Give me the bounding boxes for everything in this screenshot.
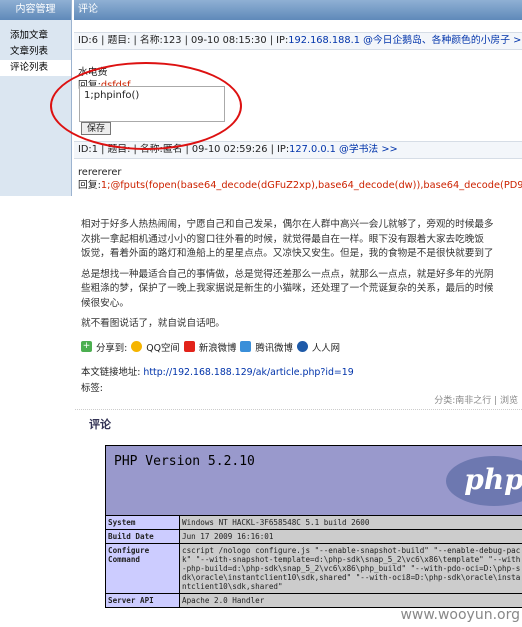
- permalink-url[interactable]: http://192.168.188.129/ak/article.php?id…: [143, 367, 353, 378]
- permalink-line: 本文链接地址: http://192.168.188.129/ak/articl…: [75, 356, 522, 378]
- left-margin: [0, 196, 75, 627]
- php-logo: php: [446, 456, 522, 506]
- article-body: 相对于好多人热热闹闹，宁愿自己和自己发呆，偶尔在人群中高兴一会儿就够了，旁观的时…: [75, 210, 522, 338]
- comment-article-link[interactable]: @学书法 >>: [336, 144, 398, 155]
- share-bar: + 分享到: QQ空间 新浪微博 腾讯微博 人人网: [75, 338, 522, 356]
- table-row: Build Date Jun 17 2009 16:16:01: [105, 529, 522, 544]
- qzone-icon[interactable]: [131, 341, 143, 352]
- paragraph-line: 候很安心。: [81, 297, 129, 309]
- table-value: Jun 17 2009 16:16:01: [179, 529, 522, 544]
- annotation-ellipse: [50, 62, 242, 150]
- tags-label: 标签:: [81, 382, 103, 394]
- comment-article-link[interactable]: @今日企鹅岛、各种颜色的小房子 >>: [360, 35, 522, 46]
- comment-author-2: rerererer: [78, 167, 122, 178]
- comment-meta-row: ID:6 | 题目: | 名称:123 | 09-10 08:15:30 | I…: [74, 32, 522, 50]
- table-row: Configure Command cscript /nologo configu…: [105, 543, 522, 594]
- tencent-weibo-icon[interactable]: [240, 341, 252, 352]
- paragraph-line: 总是想找一种最适合自己的事情做，总是觉得还差那么一点点，就那么一点点，就是好多年…: [81, 268, 494, 280]
- comment-ip: 192.168.188.1: [288, 35, 360, 46]
- table-value: Windows NT HACKL-3F658548C 5.1 build 260…: [179, 515, 522, 530]
- table-row: Server API Apache 2.0 Handler: [105, 593, 522, 608]
- panel-title: 评论: [74, 0, 522, 20]
- share-qzone-link[interactable]: QQ空间: [146, 340, 180, 354]
- share-plus-icon[interactable]: +: [81, 341, 92, 352]
- comment-ip: 127.0.0.1: [289, 144, 336, 155]
- paragraph-line: 相对于好多人热热闹闹，宁愿自己和自己发呆，偶尔在人群中高兴一会儿就够了，旁观的时…: [81, 219, 494, 230]
- table-key: Server API: [105, 593, 180, 608]
- comments-heading: 评论: [89, 417, 111, 431]
- permalink-label: 本文链接地址:: [81, 366, 141, 378]
- paragraph: 就不看图说话了，就自说自话吧。: [81, 318, 225, 329]
- paragraph-line: 些粗涤的梦，保护了一晚上我家据说是新生的小猫咪，还处理了一个荒诞复杂的关系，最后…: [81, 283, 494, 294]
- table-key: Build Date: [105, 529, 180, 544]
- phpinfo-table: System Windows NT HACKL-3F658548C 5.1 bui…: [105, 515, 522, 608]
- article-page: 相对于好多人热热闹闹，宁愿自己和自己发呆，偶尔在人群中高兴一会儿就够了，旁观的时…: [75, 210, 522, 627]
- category-line: 分类:南非之行 | 浏览: [75, 394, 522, 410]
- share-renren-link[interactable]: 人人网: [312, 340, 340, 354]
- table-key: System: [105, 515, 180, 530]
- table-row: System Windows NT HACKL-3F658548C 5.1 bui…: [105, 515, 522, 530]
- sidebar-header: 内容管理: [0, 0, 71, 20]
- table-key: Configure Command: [105, 543, 180, 594]
- sidebar-item-comment-list[interactable]: 评论列表: [0, 60, 71, 76]
- paragraph-line: 次挑一拿起相机通过小小的窗口往外看的时候，就觉得最自在一样。眼下没有跟着大家去吃…: [81, 233, 484, 245]
- paragraph-line: 饭觉，看着外面的路灯和渔船上的星星点点。又凉快又安生。但是，我的食物是不是很快就…: [81, 248, 494, 259]
- admin-panel: 内容管理 添加文章 文章列表 评论列表 评论 ID:6 | 题目: | 名称:1…: [0, 0, 522, 196]
- phpinfo-header: PHP Version 5.2.10 php: [105, 445, 522, 521]
- share-tencent-link[interactable]: 腾讯微博: [255, 340, 293, 354]
- reply-line-2: 回复:1;@fputs(fopen(base64_decode(dGFuZ2xp…: [74, 179, 522, 192]
- renren-icon[interactable]: [296, 341, 308, 352]
- reply-label: 回复:: [78, 180, 101, 191]
- php-version: PHP Version 5.2.10: [114, 454, 255, 469]
- table-value: cscript /nologo configure.js "--enable-s…: [179, 543, 522, 594]
- table-value: Apache 2.0 Handler: [179, 593, 522, 608]
- share-label: 分享到:: [96, 342, 128, 354]
- share-weibo-link[interactable]: 新浪微博: [199, 340, 237, 354]
- comment-meta: ID:6 | 题目: | 名称:123 | 09-10 08:15:30 | I…: [78, 35, 289, 46]
- sidebar-item-add-article[interactable]: 添加文章: [0, 28, 71, 44]
- reply-value: 1;@fputs(fopen(base64_decode(dGFuZ2xp),b…: [100, 180, 522, 191]
- sidebar-item-article-list[interactable]: 文章列表: [0, 44, 71, 60]
- watermark: www.wooyun.org: [400, 607, 520, 623]
- weibo-icon[interactable]: [183, 341, 195, 352]
